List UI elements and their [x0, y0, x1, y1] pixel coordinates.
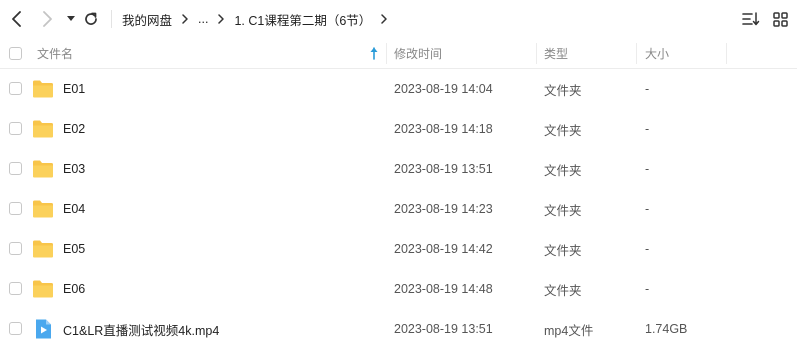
- folder-icon: [33, 200, 53, 218]
- column-header-size-label: 大小: [645, 47, 670, 61]
- file-size: -: [645, 122, 650, 136]
- table-header: 文件名 修改时间 类型 大小: [0, 38, 797, 69]
- file-type: 文件夹: [544, 243, 582, 258]
- select-all-checkbox[interactable]: [9, 47, 22, 60]
- file-modified: 2023-08-19 14:04: [394, 82, 493, 96]
- file-row[interactable]: E03 2023-08-19 13:51 文件夹 -: [0, 149, 797, 189]
- file-type: 文件夹: [544, 283, 582, 298]
- toolbar-divider: [111, 10, 112, 28]
- breadcrumb-ellipsis[interactable]: ...: [198, 12, 208, 26]
- file-size: -: [645, 162, 650, 176]
- refresh-icon: [85, 12, 97, 25]
- file-row[interactable]: E04 2023-08-19 14:23 文件夹 -: [0, 189, 797, 229]
- file-modified: 2023-08-19 14:23: [394, 202, 493, 216]
- column-header-size[interactable]: 大小: [645, 38, 725, 69]
- forward-button[interactable]: [36, 8, 58, 30]
- toolbar: 我的网盘 ... 1. C1课程第二期（6节）: [0, 0, 797, 38]
- grid-view-button[interactable]: [768, 8, 792, 30]
- sort-icon: [742, 12, 760, 26]
- file-name: E03: [63, 162, 86, 176]
- chevron-right-icon: [380, 14, 388, 24]
- file-name: C1&LR直播测试视频4k.mp4: [63, 323, 220, 338]
- file-name: E06: [63, 282, 86, 296]
- row-checkbox[interactable]: [9, 242, 22, 255]
- row-checkbox[interactable]: [9, 202, 22, 215]
- row-checkbox[interactable]: [9, 82, 22, 95]
- column-header-modified-label: 修改时间: [394, 47, 443, 61]
- chevron-right-icon: [181, 14, 189, 24]
- folder-icon: [33, 160, 53, 178]
- folder-icon: [33, 240, 53, 258]
- folder-icon: [33, 120, 53, 138]
- file-name: E02: [63, 122, 86, 136]
- file-modified: 2023-08-19 13:51: [394, 322, 493, 336]
- file-type: 文件夹: [544, 163, 582, 178]
- column-divider: [636, 43, 637, 64]
- column-header-modified[interactable]: 修改时间: [394, 38, 534, 69]
- back-button[interactable]: [6, 8, 28, 30]
- grid-icon: [772, 11, 788, 27]
- file-type: 文件夹: [544, 123, 582, 138]
- file-modified: 2023-08-19 14:42: [394, 242, 493, 256]
- sort-ascending-icon[interactable]: [369, 46, 379, 60]
- file-row[interactable]: E02 2023-08-19 14:18 文件夹 -: [0, 109, 797, 149]
- chevron-left-icon: [12, 11, 21, 27]
- column-divider: [386, 43, 387, 64]
- column-divider: [726, 43, 727, 64]
- file-modified: 2023-08-19 14:18: [394, 122, 493, 136]
- row-checkbox[interactable]: [9, 282, 22, 295]
- file-name: E05: [63, 242, 86, 256]
- row-checkbox[interactable]: [9, 322, 22, 335]
- refresh-button[interactable]: [80, 8, 102, 30]
- file-type: 文件夹: [544, 83, 582, 98]
- folder-icon: [33, 280, 53, 298]
- row-checkbox[interactable]: [9, 162, 22, 175]
- sort-button[interactable]: [739, 8, 763, 30]
- file-size: -: [645, 242, 650, 256]
- column-header-name[interactable]: 文件名: [37, 38, 382, 69]
- file-modified: 2023-08-19 14:48: [394, 282, 493, 296]
- breadcrumb: 我的网盘 ... 1. C1课程第二期（6节）: [122, 0, 397, 38]
- folder-icon: [33, 80, 53, 98]
- file-size: -: [645, 282, 650, 296]
- column-header-name-label: 文件名: [37, 47, 74, 61]
- file-row[interactable]: E05 2023-08-19 14:42 文件夹 -: [0, 229, 797, 269]
- file-size: 1.74GB: [645, 322, 688, 336]
- file-row[interactable]: E06 2023-08-19 14:48 文件夹 -: [0, 269, 797, 309]
- video-file-icon: [36, 319, 51, 339]
- chevron-right-icon: [217, 14, 225, 24]
- history-dropdown[interactable]: [64, 8, 78, 30]
- breadcrumb-root[interactable]: 我的网盘: [122, 10, 172, 29]
- breadcrumb-current[interactable]: 1. C1课程第二期（6节）: [234, 10, 371, 29]
- file-name: E04: [63, 202, 86, 216]
- file-modified: 2023-08-19 13:51: [394, 162, 493, 176]
- column-divider: [536, 43, 537, 64]
- file-type: mp4文件: [544, 323, 594, 338]
- file-row[interactable]: C1&LR直播测试视频4k.mp4 2023-08-19 13:51 mp4文件…: [0, 309, 797, 348]
- file-size: -: [645, 202, 650, 216]
- file-type: 文件夹: [544, 203, 582, 218]
- file-row[interactable]: E01 2023-08-19 14:04 文件夹 -: [0, 69, 797, 109]
- file-size: -: [645, 82, 650, 96]
- column-header-type-label: 类型: [544, 47, 569, 61]
- column-header-type[interactable]: 类型: [544, 38, 634, 69]
- caret-down-icon: [67, 16, 75, 21]
- chevron-right-icon: [43, 11, 52, 27]
- file-name: E01: [63, 82, 86, 96]
- row-checkbox[interactable]: [9, 122, 22, 135]
